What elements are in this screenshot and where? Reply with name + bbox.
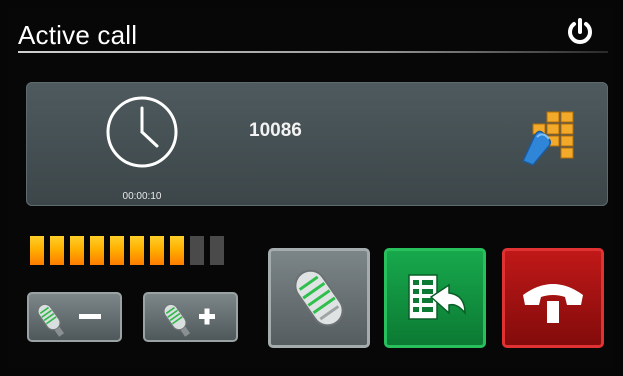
transfer-call-button[interactable] [384, 248, 486, 348]
level-segment [30, 236, 44, 265]
level-segment [210, 236, 224, 265]
level-segment [50, 236, 64, 265]
power-button[interactable] [563, 15, 597, 49]
level-segment [130, 236, 144, 265]
level-segment [70, 236, 84, 265]
microphone-minus-icon [37, 303, 101, 337]
keypad-button[interactable] [519, 109, 577, 167]
microphone-plus-icon [163, 303, 215, 337]
microphone-level-meter [30, 236, 238, 266]
level-segment [190, 236, 204, 265]
call-duration: 00:00:10 [122, 191, 162, 202]
keypad-icon [521, 111, 574, 166]
level-segment [110, 236, 124, 265]
level-segment [170, 236, 184, 265]
microphone-mute-button[interactable] [268, 248, 370, 348]
page-title: Active call [18, 20, 138, 50]
hang-up-icon [523, 284, 583, 323]
hang-up-button[interactable] [502, 248, 604, 348]
title-divider [18, 51, 608, 53]
microphone-volume-down-button[interactable] [27, 292, 122, 342]
microphone-volume-up-button[interactable] [143, 292, 238, 342]
transfer-icon [408, 274, 466, 320]
call-number: 10086 [249, 120, 302, 141]
power-icon [568, 18, 592, 44]
level-segment [150, 236, 164, 265]
clock-icon [106, 96, 178, 168]
microphone-icon [294, 269, 344, 327]
call-info-panel: 00:00:10 10086 [26, 82, 608, 206]
level-segment [90, 236, 104, 265]
